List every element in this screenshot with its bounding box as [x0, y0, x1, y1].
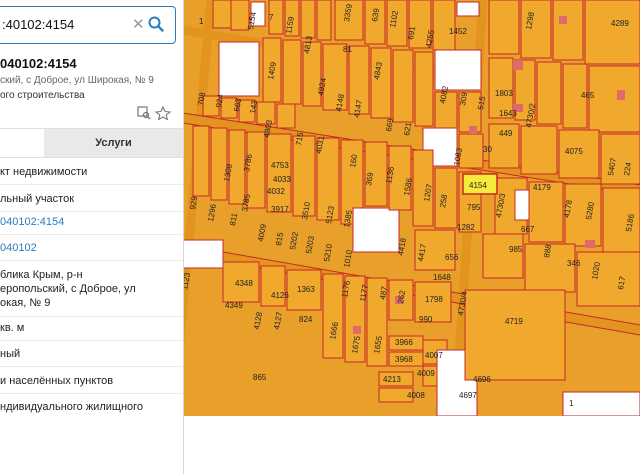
divider — [0, 340, 183, 341]
divider — [0, 316, 183, 317]
parcel-address: ский, с Доброе, ул Широкая, № 9 — [0, 75, 154, 86]
label-l13: 4289 — [611, 19, 629, 28]
label-l61: 795 — [467, 203, 481, 212]
divider — [0, 393, 183, 394]
label-l100: 990 — [419, 315, 433, 324]
zoom-to-icon[interactable] — [137, 106, 151, 120]
label-l108: 4213 — [383, 375, 401, 384]
tab-bar: Услуги — [0, 128, 183, 158]
label-l105: 3968 — [395, 355, 413, 364]
label-l90: 1648 — [433, 273, 451, 282]
parcel-title: 040102:4154 — [0, 56, 77, 71]
label-l72: 667 — [521, 225, 535, 234]
divider — [0, 211, 183, 212]
label-l53: 4032 — [267, 187, 285, 196]
divider — [0, 234, 183, 235]
label-l106: 4007 — [425, 351, 443, 360]
search-box[interactable]: :40102:4154 ✕ — [0, 6, 176, 44]
label-l113: 1 — [569, 399, 574, 408]
label-l99: 4719 — [505, 317, 523, 326]
divider — [0, 260, 183, 261]
label-l73: 985 — [509, 245, 523, 254]
label-l107: 4009 — [417, 369, 435, 378]
label-l85: 4348 — [235, 279, 253, 288]
label-l41: 4033 — [273, 175, 291, 184]
label-l1: 1 — [199, 17, 204, 26]
map-canvas[interactable]: 1 5154 7 1159 4813 3359 639 1102 691 425… — [183, 0, 640, 416]
label-l33: 449 — [499, 129, 513, 138]
label-l112: 4697 — [459, 391, 477, 400]
label-l35: 4075 — [565, 147, 583, 156]
info-panel: :40102:4154 ✕ 040102:4154 ский, с Доброе… — [0, 0, 184, 474]
label-l47: 4154 — [469, 181, 487, 190]
clear-icon[interactable]: ✕ — [132, 15, 145, 33]
label-l97: 1798 — [425, 295, 443, 304]
detail-cadastral-number-link[interactable]: 040102:4154 — [0, 215, 183, 229]
label-l82: 656 — [445, 253, 459, 262]
tab-info[interactable] — [0, 129, 44, 157]
detail-object-type: кт недвижимости — [0, 166, 88, 178]
label-l48: 4179 — [533, 183, 551, 192]
cadastral-map[interactable]: 1 5154 7 1159 4813 3359 639 1102 691 425… — [183, 0, 640, 416]
label-l110: 865 — [253, 373, 267, 382]
detail-address-line-3: окая, № 9 — [0, 297, 51, 309]
detail-quarter-link[interactable]: 040102 — [0, 241, 183, 255]
label-l71: 1282 — [457, 223, 475, 232]
label-l87: 1363 — [297, 285, 315, 294]
detail-address-line-1: блика Крым, р-н — [0, 269, 83, 281]
tab-services[interactable]: Услуги — [44, 129, 183, 157]
divider — [0, 184, 183, 185]
search-input[interactable]: :40102:4154 — [2, 17, 74, 32]
label-l91: 4349 — [225, 301, 243, 310]
label-l19: 1803 — [495, 89, 513, 98]
label-l54: 3917 — [271, 205, 289, 214]
detail-land-category: и населённых пунктов — [0, 375, 114, 387]
label-l75: 346 — [567, 259, 581, 268]
label-l104: 3966 — [395, 338, 413, 347]
detail-area: кв. м — [0, 322, 25, 334]
label-l111: 4696 — [473, 375, 491, 384]
label-l21: 465 — [581, 91, 595, 100]
label-l14: 81 — [343, 45, 352, 54]
label-l20: 1643 — [499, 109, 517, 118]
detail-address-line-2: еропольский, с Доброе, ул — [0, 283, 136, 295]
label-l86: 4126 — [271, 291, 289, 300]
label-l11: 1452 — [449, 27, 467, 36]
parcel-type: ого строительства — [0, 90, 85, 101]
label-l46: 30 — [483, 145, 492, 154]
divider — [0, 366, 183, 367]
label-l3: 7 — [269, 13, 274, 22]
card-tools — [137, 105, 177, 125]
star-icon[interactable] — [154, 105, 172, 121]
search-icon[interactable] — [148, 16, 164, 32]
label-l109: 4008 — [407, 391, 425, 400]
detail-permitted-use: ндивидуального жилищного — [0, 401, 144, 413]
detail-kind: льный участок — [0, 193, 75, 205]
detail-status: ный — [0, 348, 21, 360]
label-l94: 824 — [299, 315, 313, 324]
label-l40: 4753 — [271, 161, 289, 170]
